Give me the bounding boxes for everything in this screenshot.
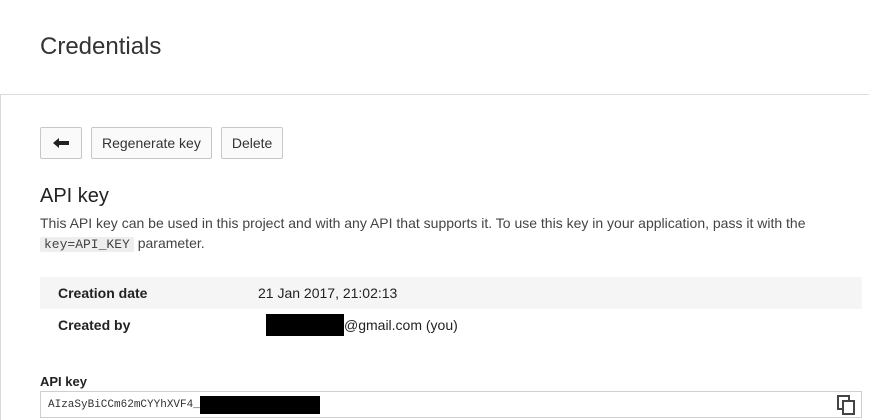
section-title: API key bbox=[40, 185, 109, 207]
page-header: Credentials bbox=[0, 0, 869, 95]
created-by-label: Created by bbox=[58, 317, 131, 333]
toolbar: Regenerate key Delete bbox=[40, 127, 284, 159]
table-row-created-by: Created by @gmail.com (you) bbox=[40, 309, 862, 341]
table-row-creation-date: Creation date 21 Jan 2017, 21:02:13 bbox=[40, 277, 862, 309]
description-text-1: This API key can be used in this project… bbox=[40, 215, 806, 231]
redacted-email bbox=[266, 314, 344, 336]
regenerate-key-button[interactable]: Regenerate key bbox=[91, 127, 212, 159]
copy-icon[interactable] bbox=[837, 395, 855, 415]
created-by-value-container: @gmail.com (you) bbox=[258, 314, 458, 336]
creation-date-label: Creation date bbox=[58, 285, 148, 301]
api-key-value: AIzaSyBiCCm62mCYYhXVF4_ bbox=[48, 398, 200, 411]
details-table: Creation date 21 Jan 2017, 21:02:13 Crea… bbox=[40, 277, 862, 341]
api-key-label: API key bbox=[40, 374, 87, 389]
creation-date-value: 21 Jan 2017, 21:02:13 bbox=[258, 285, 398, 301]
delete-button[interactable]: Delete bbox=[220, 127, 284, 159]
back-arrow-icon bbox=[53, 138, 69, 148]
description-text-2: parameter. bbox=[133, 235, 205, 251]
back-button[interactable] bbox=[40, 127, 82, 159]
api-key-description: This API key can be used in this project… bbox=[40, 213, 855, 255]
created-by-value: @gmail.com (you) bbox=[344, 317, 458, 333]
description-code: key=API_KEY bbox=[40, 237, 134, 252]
api-key-field[interactable]: AIzaSyBiCCm62mCYYhXVF4_ bbox=[40, 391, 862, 418]
page-title: Credentials bbox=[40, 33, 162, 60]
redacted-key bbox=[199, 395, 320, 414]
